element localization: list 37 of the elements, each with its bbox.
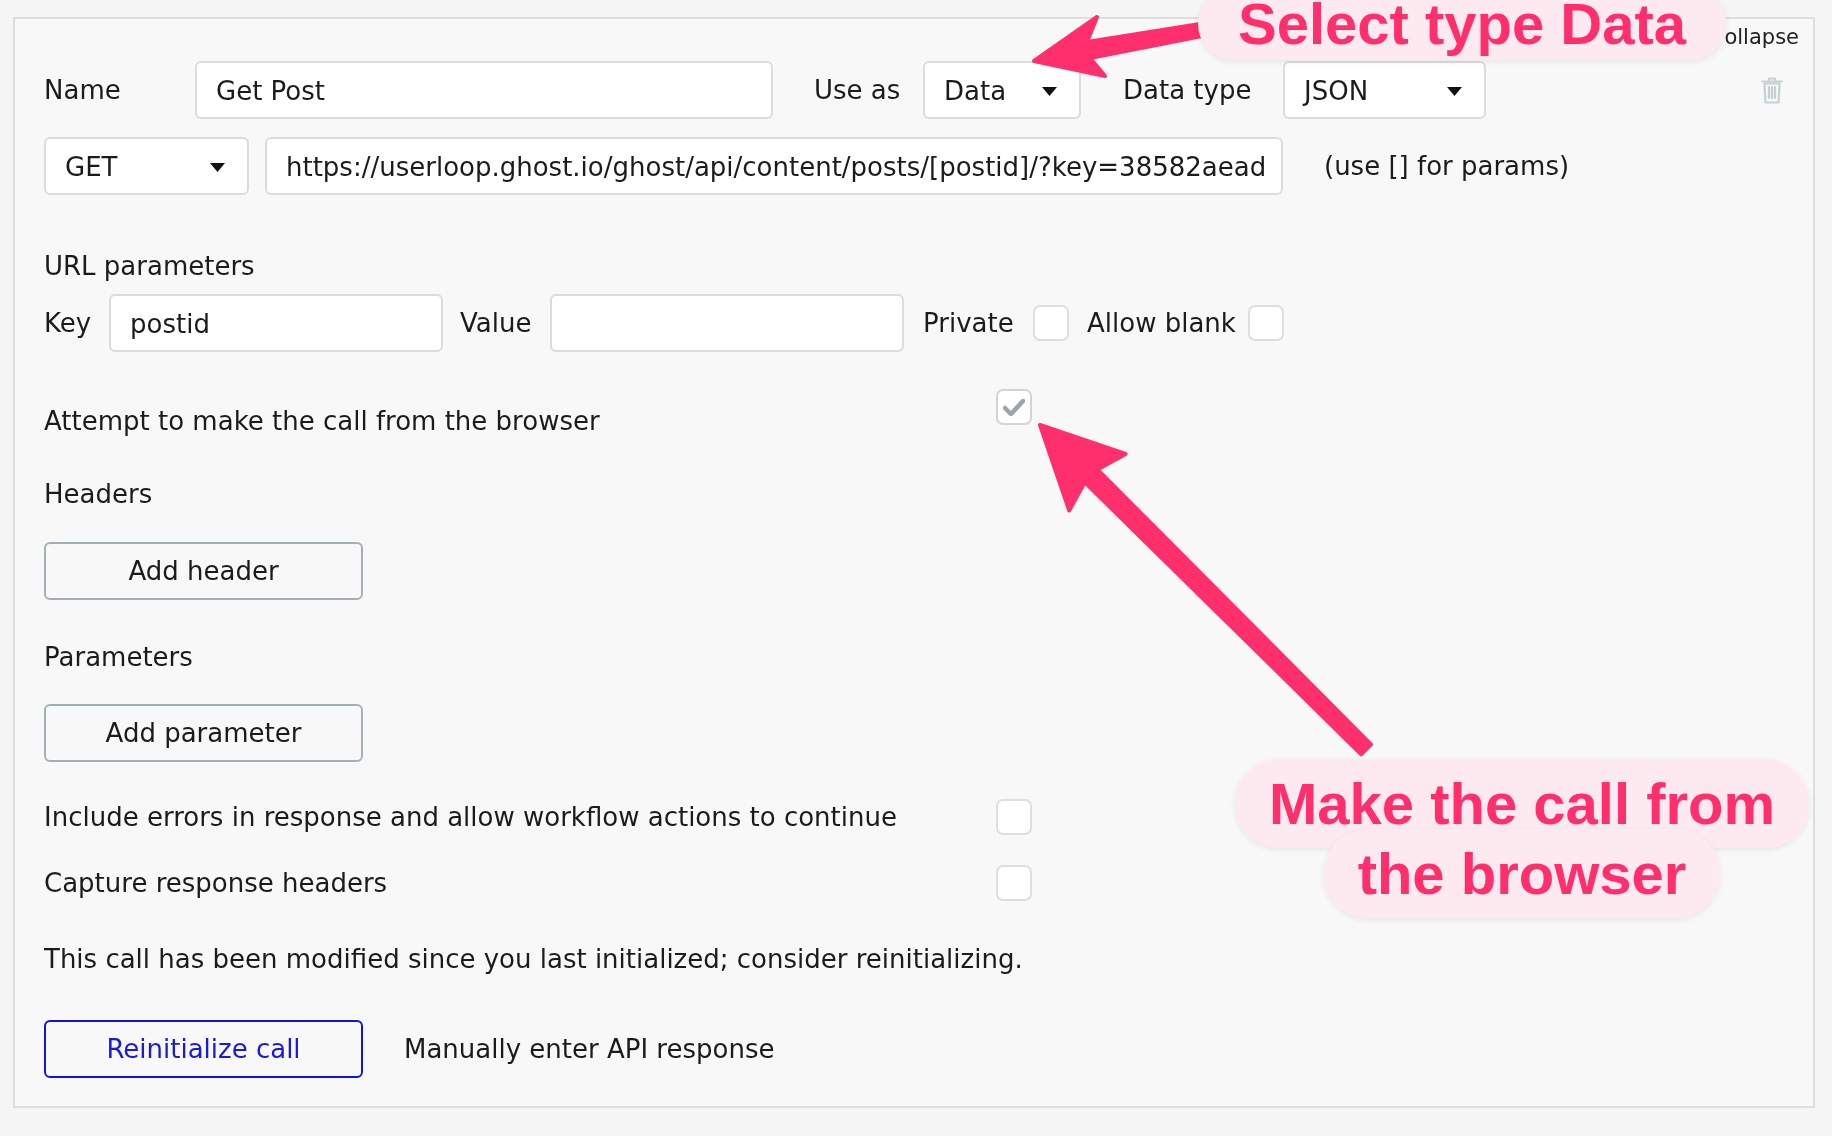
check-icon — [1003, 398, 1025, 416]
reinitialize-button[interactable]: Reinitialize call — [44, 1020, 363, 1078]
manual-response-link[interactable]: Manually enter API response — [404, 1031, 775, 1067]
response-option-label: Include errors in response and allow workflow actions to continue — [44, 801, 898, 834]
method-dropdown[interactable]: GET — [44, 137, 249, 195]
checkbox[interactable] — [996, 389, 1032, 425]
checkbox[interactable] — [996, 799, 1032, 835]
name-label: Name — [44, 74, 122, 107]
data-type-dropdown[interactable]: JSON — [1283, 61, 1486, 119]
checkbox[interactable] — [996, 865, 1032, 901]
key-input[interactable]: postid — [109, 294, 443, 352]
caret-icon — [1447, 86, 1462, 96]
caret-icon — [1042, 86, 1057, 96]
checkbox[interactable] — [1248, 305, 1284, 341]
data-type-label: Data type — [1123, 74, 1253, 107]
checkbox[interactable] — [1033, 305, 1069, 341]
name-input[interactable]: Get Post — [195, 61, 773, 119]
use-as-label: Use as — [814, 74, 902, 107]
parameters-title: Parameters — [44, 641, 193, 674]
value-input[interactable] — [550, 294, 904, 352]
trash-icon[interactable] — [1761, 76, 1783, 104]
url-hint: (use [] for params) — [1324, 150, 1570, 183]
value-label: Value — [460, 307, 533, 340]
caret-icon — [210, 162, 225, 172]
url-parameters-title: URL parameters — [44, 250, 255, 283]
private-label: Private — [923, 307, 1015, 340]
key-label: Key — [44, 307, 93, 340]
use-as-dropdown[interactable]: Data — [923, 61, 1081, 119]
url-input[interactable]: https://userloop.ghost.io/ghost/api/content/posts/[postid]/?key=38582aead — [265, 137, 1283, 195]
notice-text: This call has been modified since you last initialized; consider reinitializing. — [44, 943, 1023, 976]
headers-title: Headers — [44, 478, 153, 511]
browser-call-label: Attempt to make the call from the browser — [44, 405, 601, 438]
add-parameter-button[interactable]: Add parameter — [44, 704, 363, 762]
add-header-button[interactable]: Add header — [44, 542, 363, 600]
response-option-label: Capture response headers — [44, 867, 389, 900]
allow-blank-label: Allow blank — [1087, 307, 1237, 340]
collapse-link[interactable]: ollapse — [1724, 25, 1799, 49]
